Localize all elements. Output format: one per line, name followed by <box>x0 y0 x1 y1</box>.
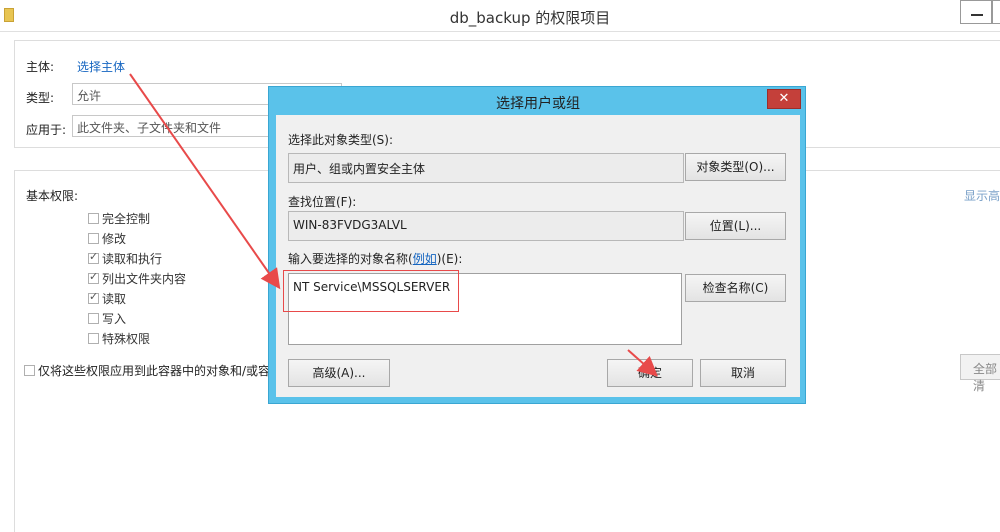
object-names-label-suffix: )(E): <box>436 252 463 266</box>
check-names-button[interactable]: 检查名称(C) <box>685 274 786 302</box>
cancel-button[interactable]: 取消 <box>700 359 786 387</box>
apply-only-label: 仅将这些权限应用到此容器中的对象和/或容 <box>38 364 271 378</box>
object-names-label-text: 输入要选择的对象名称( <box>288 252 413 266</box>
permission-label: 特殊权限 <box>102 332 151 346</box>
permission-checkbox[interactable] <box>88 213 99 224</box>
locations-button[interactable]: 位置(L)... <box>685 212 786 240</box>
permission-label: 完全控制 <box>102 212 151 226</box>
object-type-label: 选择此对象类型(S): <box>288 133 394 147</box>
select-principal-link[interactable]: 选择主体 <box>77 58 125 75</box>
maximize-button[interactable] <box>992 0 1000 24</box>
show-advanced-link[interactable]: 显示高 <box>964 187 1000 204</box>
permission-label: 读取 <box>102 292 127 306</box>
permission-label: 修改 <box>102 232 127 246</box>
principal-label: 主体: <box>26 60 55 74</box>
dialog-body: 选择此对象类型(S): 用户、组或内置安全主体 对象类型(O)... 查找位置(… <box>276 115 800 397</box>
permission-option[interactable]: 修改 <box>88 230 126 247</box>
select-users-dialog: 选择用户或组 ✕ 选择此对象类型(S): 用户、组或内置安全主体 对象类型(O)… <box>268 86 806 404</box>
permission-label: 列出文件夹内容 <box>102 272 187 286</box>
permission-option[interactable]: 写入 <box>88 310 126 327</box>
permission-checkbox[interactable] <box>88 270 99 284</box>
window-titlebar: db_backup 的权限项目 <box>0 0 1000 32</box>
permission-label: 读取和执行 <box>102 252 163 266</box>
window-title: db_backup 的权限项目 <box>449 9 611 27</box>
permission-option[interactable]: 特殊权限 <box>88 330 150 347</box>
minimize-button[interactable] <box>960 0 992 24</box>
dialog-title: 选择用户或组 <box>496 96 580 112</box>
permission-checkbox[interactable] <box>88 250 99 264</box>
permission-checkbox[interactable] <box>88 333 99 344</box>
permission-checkbox[interactable] <box>88 233 99 244</box>
examples-link[interactable]: 例如 <box>413 252 437 266</box>
annotation-highlight-box <box>283 270 459 312</box>
advanced-button[interactable]: 高级(A)... <box>288 359 390 387</box>
permission-label: 写入 <box>102 312 127 326</box>
basic-permissions-title: 基本权限: <box>26 189 79 203</box>
apply-only-option[interactable]: 仅将这些权限应用到此容器中的对象和/或容 <box>24 362 270 379</box>
applies-to-label: 应用于: <box>26 123 67 137</box>
permission-checkbox[interactable] <box>88 290 99 304</box>
location-field: WIN-83FVDG3ALVL <box>288 211 684 241</box>
permission-checkbox[interactable] <box>88 313 99 324</box>
clear-all-button[interactable]: 全部清 <box>960 354 1000 393</box>
apply-only-checkbox[interactable] <box>24 365 35 376</box>
type-label: 类型: <box>26 91 55 105</box>
location-label: 查找位置(F): <box>288 195 357 209</box>
object-type-field: 用户、组或内置安全主体 <box>288 153 684 183</box>
permission-option[interactable]: 读取和执行 <box>88 250 162 267</box>
permission-option[interactable]: 列出文件夹内容 <box>88 270 186 287</box>
ok-button[interactable]: 确定 <box>607 359 693 387</box>
object-types-button[interactable]: 对象类型(O)... <box>685 153 786 181</box>
permission-option[interactable]: 完全控制 <box>88 210 150 227</box>
close-icon[interactable]: ✕ <box>767 89 801 109</box>
object-names-label: 输入要选择的对象名称(例如)(E): <box>288 250 462 267</box>
permission-option[interactable]: 读取 <box>88 290 126 307</box>
